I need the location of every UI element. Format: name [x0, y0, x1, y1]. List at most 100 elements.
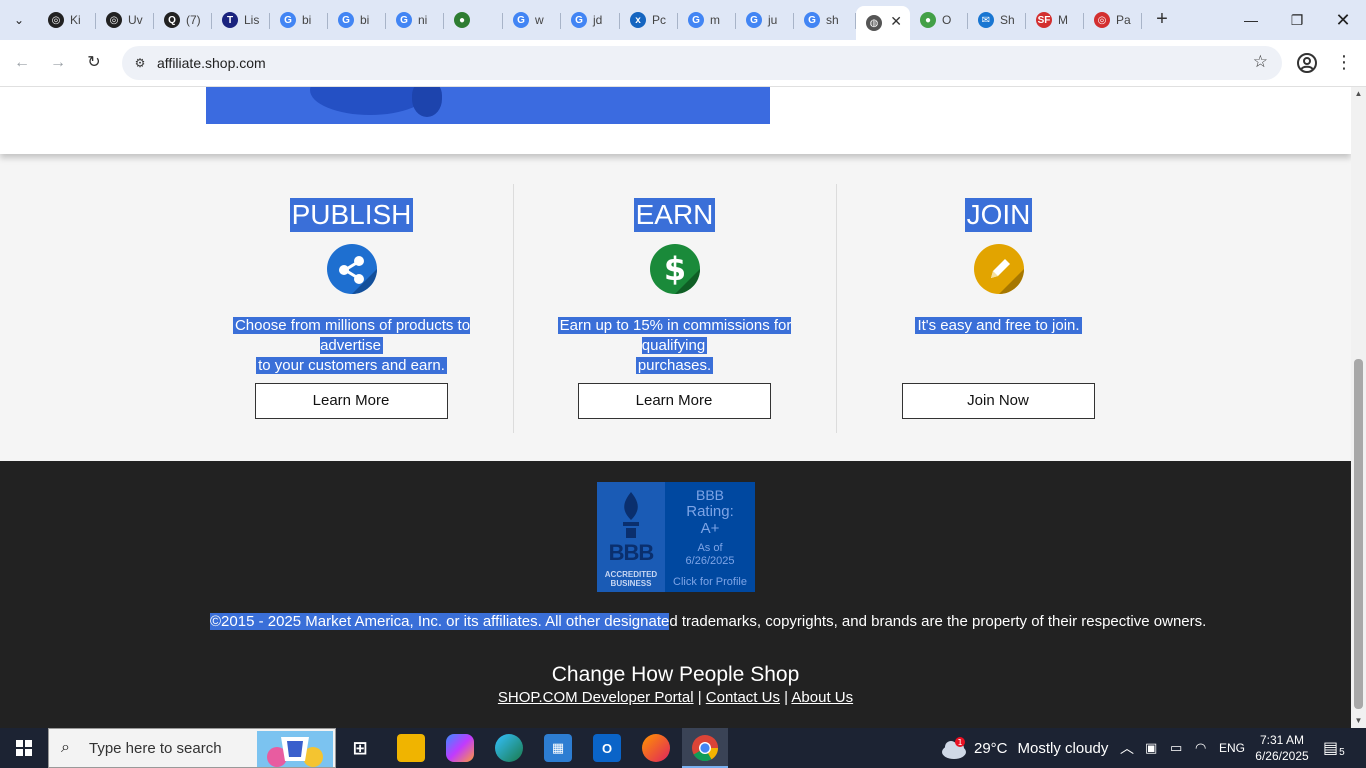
publish-learn-more-button[interactable]: Learn More [254, 383, 448, 419]
browser-tab[interactable]: Gsh [794, 5, 856, 35]
new-tab-button[interactable]: + [1150, 8, 1174, 32]
browser-tab[interactable]: Gbi [328, 5, 386, 35]
language-indicator[interactable]: ENG [1219, 728, 1245, 768]
clock[interactable]: 7:31 AM 6/26/2025 [1250, 728, 1314, 768]
browser-tab[interactable]: Gw [503, 5, 561, 35]
browser-tab[interactable]: SF M [1026, 5, 1084, 35]
tab-label: jd [593, 13, 603, 27]
feature-title: PUBLISH [289, 198, 414, 232]
close-window-button[interactable]: ✕ [1328, 8, 1358, 32]
tab-label: (7) [186, 13, 201, 27]
link-separator: | [784, 689, 789, 706]
scroll-thumb[interactable] [1354, 359, 1363, 709]
tab-label: bi [302, 13, 312, 27]
tab-label: w [535, 13, 544, 27]
browser-tab[interactable]: Gbi [270, 5, 328, 35]
tab-label: Pa [1116, 13, 1131, 27]
browser-tab[interactable]: ◍ ✕ [856, 6, 910, 40]
weather-desc: Mostly cloudy [1017, 739, 1109, 757]
page-content: PUBLISH Choose from millions of products… [0, 87, 1351, 728]
show-hidden-icons-chevron-icon[interactable]: ︿ [1120, 728, 1134, 768]
meet-now-icon[interactable]: ▣ [1145, 728, 1157, 768]
taskbar-search-box[interactable]: ⌕ Type here to search [48, 728, 336, 768]
weather-widget[interactable]: 1 29°C Mostly cloudy [940, 728, 1108, 768]
about-us-link[interactable]: About Us [791, 689, 853, 706]
copyright-rest: d trademarks, copyrights, and brands are… [669, 613, 1207, 630]
microsoft-store-icon[interactable]: ▦ [544, 734, 572, 762]
tab-close-icon[interactable]: ✕ [890, 13, 902, 30]
outlook-icon[interactable]: O [593, 734, 621, 762]
browser-tab[interactable]: ◎ Uv [96, 5, 154, 35]
chrome-taskbar-button[interactable] [682, 728, 728, 768]
back-button[interactable]: ← [10, 51, 34, 75]
reload-button[interactable]: ↻ [82, 51, 106, 75]
bbb-seal-text: BBB [608, 540, 655, 565]
bbb-rating-value: A+ [700, 520, 720, 537]
forward-button[interactable]: → [46, 51, 70, 75]
feature-earn: EARN $ Earn up to 15% in commissions for… [513, 184, 836, 433]
tab-favicon-icon: G [513, 12, 529, 28]
browser-tab[interactable]: ● O [910, 5, 968, 35]
feature-desc-line: Earn up to 15% in commissions for qualif… [557, 317, 792, 354]
tab-search-button[interactable]: ⌄ [6, 8, 32, 32]
windows-start-icon[interactable] [0, 728, 48, 768]
browser-tab[interactable]: Gju [736, 5, 794, 35]
tab-label: bi [360, 13, 370, 27]
earn-learn-more-button[interactable]: Learn More [577, 383, 771, 419]
url-text[interactable]: affiliate.shop.com [157, 55, 266, 71]
restore-button[interactable]: ❐ [1282, 8, 1312, 32]
browser-tab[interactable]: Gni [386, 5, 444, 35]
join-now-button[interactable]: Join Now [901, 383, 1095, 419]
bookmark-star-icon[interactable]: ☆ [1253, 52, 1268, 72]
feature-desc-line: to your customers and earn. [256, 357, 447, 374]
windows-taskbar: ⌕ Type here to search ⊞ ▦ O 1 29°C Mostl… [0, 728, 1366, 768]
browser-tab[interactable]: Q (7) [154, 5, 212, 35]
browser-tab[interactable]: ● [444, 5, 503, 35]
tab-favicon-icon: ◎ [1094, 12, 1110, 28]
bbb-rating-label: BBB [695, 487, 724, 503]
browser-toolbar: ← → ↻ ⚙ affiliate.shop.com ☆ ⋮ [0, 40, 1366, 87]
notifications-icon[interactable]: ▤ 5 [1323, 728, 1345, 768]
minimize-button[interactable]: — [1236, 8, 1266, 32]
tab-favicon-icon: G [804, 12, 820, 28]
address-bar[interactable]: ⚙ affiliate.shop.com ☆ [122, 46, 1282, 80]
browser-tab[interactable]: Gjd [561, 5, 620, 35]
battery-icon[interactable]: ▭ [1170, 728, 1182, 768]
firefox-icon[interactable] [642, 734, 670, 762]
footer-links: SHOP.COM Developer Portal | Contact Us |… [0, 689, 1351, 706]
developer-portal-link[interactable]: SHOP.COM Developer Portal [498, 689, 694, 706]
edge-icon[interactable] [495, 734, 523, 762]
page-scrollbar[interactable]: ▲ ▼ [1351, 87, 1366, 728]
site-info-icon[interactable]: ⚙ [130, 53, 150, 73]
wifi-icon[interactable]: ◠ [1195, 728, 1206, 768]
browser-tab[interactable]: T Lis [212, 5, 270, 35]
tab-label: M [1058, 13, 1068, 27]
tab-label: Pc [652, 13, 667, 27]
browser-tab[interactable]: ◎ Pa [1084, 5, 1142, 35]
bbb-torch-icon [623, 492, 639, 538]
profile-icon[interactable] [1295, 51, 1319, 75]
bbb-rating-label2: Rating: [686, 503, 734, 520]
menu-kebab-icon[interactable]: ⋮ [1334, 51, 1354, 75]
bbb-as-of: As of [697, 542, 723, 554]
browser-tab[interactable]: x Pc [620, 5, 678, 35]
site-footer: BBB ACCREDITED BUSINESS BBB Rating: A+ A… [0, 461, 1351, 728]
bbb-as-of-date: 6/26/2025 [685, 555, 735, 567]
bbb-badge[interactable]: BBB ACCREDITED BUSINESS BBB Rating: A+ A… [597, 482, 755, 592]
feature-join: JOIN It's easy and free to join. Join No… [837, 184, 1160, 433]
browser-tab[interactable]: Gm [678, 5, 736, 35]
browser-tab[interactable]: ✉ Sh [968, 5, 1026, 35]
browser-tab[interactable]: ◎ Ki [38, 5, 96, 35]
tab-label: Ki [70, 13, 81, 27]
feature-description: Earn up to 15% in commissions for qualif… [530, 316, 820, 376]
file-explorer-icon[interactable] [397, 734, 425, 762]
feature-description: Choose from millions of products to adve… [207, 316, 497, 376]
scroll-up-arrow[interactable]: ▲ [1351, 87, 1366, 101]
scroll-down-arrow[interactable]: ▼ [1351, 714, 1366, 728]
copilot-icon[interactable] [446, 734, 474, 762]
clock-date: 6/26/2025 [1255, 749, 1309, 763]
pencil-icon [973, 244, 1024, 294]
tab-label: Lis [244, 13, 260, 27]
task-view-icon[interactable]: ⊞ [346, 734, 374, 762]
contact-us-link[interactable]: Contact Us [706, 689, 780, 706]
